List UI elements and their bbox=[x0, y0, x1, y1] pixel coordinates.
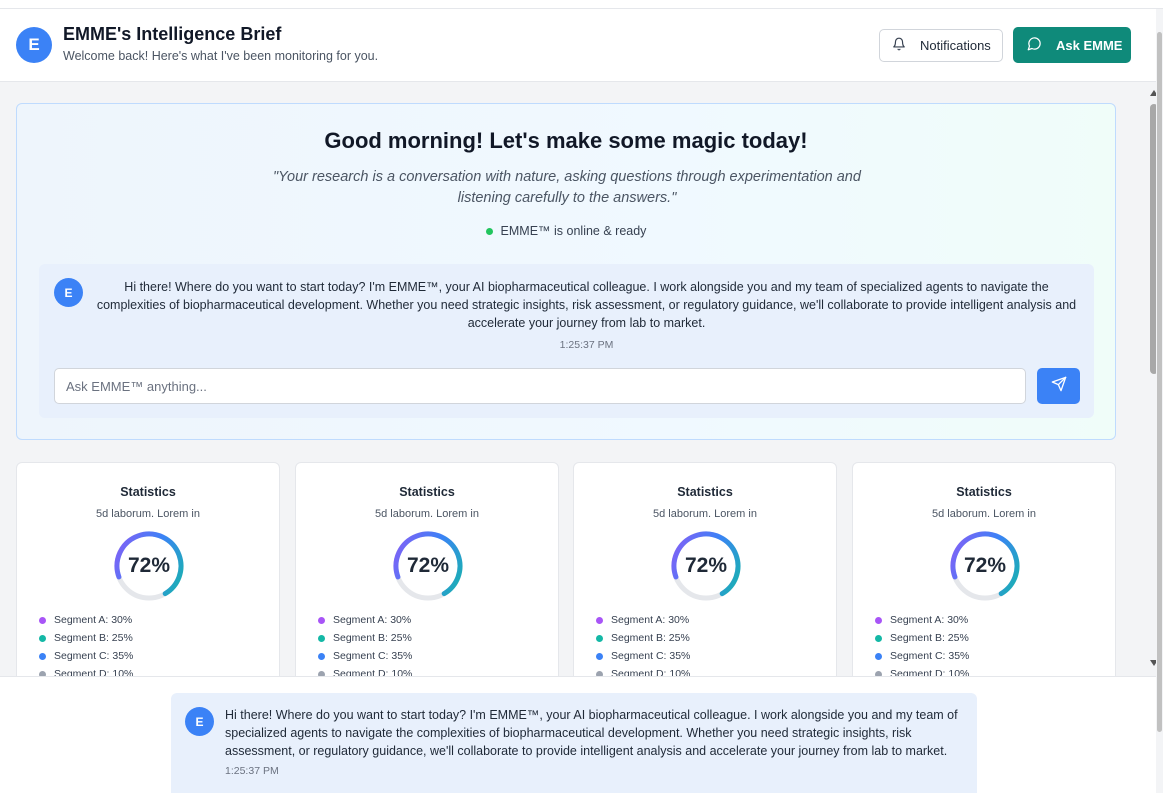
legend-label: Segment B: 25% bbox=[611, 632, 690, 644]
legend-item: Segment D: 10% bbox=[39, 665, 133, 676]
statistics-card: Statistics 5d laborum. Lorem in 72% Segment… bbox=[16, 462, 280, 676]
legend-item: Segment B: 25% bbox=[875, 629, 969, 647]
status-indicator: EMME™ is online & ready bbox=[17, 224, 1115, 238]
send-icon bbox=[1051, 376, 1067, 397]
legend-label: Segment D: 10% bbox=[611, 668, 691, 676]
legend-item: Segment A: 30% bbox=[875, 611, 969, 629]
legend-item: Segment B: 25% bbox=[596, 629, 690, 647]
legend-item: Segment A: 30% bbox=[596, 611, 690, 629]
legend-label: Segment C: 35% bbox=[611, 650, 691, 662]
legend-item: Segment A: 30% bbox=[39, 611, 133, 629]
legend-item: Segment D: 10% bbox=[875, 665, 969, 676]
legend-dot-icon bbox=[875, 616, 882, 624]
bottom-chat-area: E Hi there! Where do you want to start t… bbox=[0, 676, 1156, 793]
chat-input[interactable] bbox=[54, 368, 1026, 404]
legend: Segment A: 30% Segment B: 25% Segment C: 3… bbox=[875, 611, 969, 676]
page-scrollbar-thumb[interactable] bbox=[1157, 32, 1162, 732]
legend-item: Segment C: 35% bbox=[39, 647, 133, 665]
chat-message: Hi there! Where do you want to start tod… bbox=[96, 280, 1077, 330]
emme-bottom-avatar: E bbox=[185, 707, 214, 736]
bottom-chat-message: E Hi there! Where do you want to start t… bbox=[171, 693, 977, 793]
legend-label: Segment C: 35% bbox=[54, 650, 134, 662]
card-title: Statistics bbox=[399, 485, 455, 499]
legend-dot-icon bbox=[596, 634, 603, 642]
legend-label: Segment B: 25% bbox=[333, 632, 412, 644]
bottom-message-timestamp: 1:25:37 PM bbox=[225, 765, 279, 777]
chat-panel: E Hi there! Where do you want to start t… bbox=[39, 264, 1094, 418]
legend-dot-icon bbox=[39, 616, 46, 624]
legend-dot-icon bbox=[39, 652, 46, 660]
greeting-panel: Good morning! Let's make some magic toda… bbox=[16, 103, 1116, 440]
chat-timestamp: 1:25:37 PM bbox=[559, 339, 614, 351]
chat-bubble-icon bbox=[1027, 36, 1042, 54]
legend: Segment A: 30% Segment B: 25% Segment C: 3… bbox=[596, 611, 690, 676]
legend-label: Segment A: 30% bbox=[611, 614, 690, 626]
legend-label: Segment C: 35% bbox=[890, 650, 970, 662]
emme-avatar: E bbox=[16, 27, 52, 63]
donut-percent: 72% bbox=[406, 554, 450, 577]
legend-item: Segment D: 10% bbox=[596, 665, 690, 676]
card-subtitle: 5d laborum. Lorem in bbox=[375, 508, 479, 520]
top-edge bbox=[0, 0, 1163, 9]
status-text: EMME™ is online & ready bbox=[500, 224, 647, 238]
emme-chat-avatar: E bbox=[54, 278, 83, 307]
page-header: E EMME's Intelligence Brief Welcome back… bbox=[0, 9, 1156, 82]
legend-item: Segment C: 35% bbox=[596, 647, 690, 665]
legend-label: Segment B: 25% bbox=[890, 632, 969, 644]
legend-label: Segment A: 30% bbox=[333, 614, 412, 626]
donut-percent: 72% bbox=[684, 554, 728, 577]
card-title: Statistics bbox=[956, 485, 1012, 499]
legend: Segment A: 30% Segment B: 25% Segment C: 3… bbox=[39, 611, 133, 676]
legend-dot-icon bbox=[318, 652, 325, 660]
ask-emme-button[interactable]: Ask EMME bbox=[1013, 27, 1131, 63]
card-subtitle: 5d laborum. Lorem in bbox=[932, 508, 1036, 520]
greeting-title: Good morning! Let's make some magic toda… bbox=[324, 128, 808, 153]
notifications-label: Notifications bbox=[920, 38, 991, 53]
legend: Segment A: 30% Segment B: 25% Segment C: 3… bbox=[318, 611, 412, 676]
page-scrollbar[interactable] bbox=[1156, 20, 1163, 793]
main-content[interactable]: Good morning! Let's make some magic toda… bbox=[0, 82, 1156, 676]
legend-label: Segment A: 30% bbox=[890, 614, 969, 626]
legend-label: Segment D: 10% bbox=[54, 668, 134, 676]
card-title: Statistics bbox=[677, 485, 733, 499]
donut-percent: 72% bbox=[127, 554, 171, 577]
legend-dot-icon bbox=[318, 634, 325, 642]
donut-percent: 72% bbox=[963, 554, 1007, 577]
legend-dot-icon bbox=[39, 634, 46, 642]
bottom-message-text: Hi there! Where do you want to start tod… bbox=[225, 708, 958, 758]
legend-item: Segment C: 35% bbox=[318, 647, 412, 665]
inspiration-quote: "Your research is a conversation with na… bbox=[273, 169, 861, 206]
legend-label: Segment C: 35% bbox=[333, 650, 413, 662]
online-dot-icon bbox=[485, 227, 493, 235]
legend-dot-icon bbox=[875, 634, 882, 642]
legend-label: Segment D: 10% bbox=[890, 668, 970, 676]
legend-item: Segment B: 25% bbox=[39, 629, 133, 647]
legend-label: Segment D: 10% bbox=[333, 668, 413, 676]
card-subtitle: 5d laborum. Lorem in bbox=[653, 508, 757, 520]
legend-item: Segment B: 25% bbox=[318, 629, 412, 647]
statistics-card: Statistics 5d laborum. Lorem in 72% Segment… bbox=[852, 462, 1116, 676]
ask-emme-label: Ask EMME bbox=[1056, 37, 1123, 53]
legend-dot-icon bbox=[596, 652, 603, 660]
bell-icon bbox=[892, 37, 906, 54]
card-title: Statistics bbox=[120, 485, 176, 499]
legend-item: Segment D: 10% bbox=[318, 665, 412, 676]
legend-label: Segment B: 25% bbox=[54, 632, 133, 644]
notifications-button[interactable]: Notifications bbox=[879, 29, 1003, 62]
page-subtitle: Welcome back! Here's what I've been moni… bbox=[63, 49, 379, 63]
legend-label: Segment A: 30% bbox=[54, 614, 133, 626]
statistics-card: Statistics 5d laborum. Lorem in 72% Segment… bbox=[295, 462, 559, 676]
send-button[interactable] bbox=[1037, 368, 1080, 404]
legend-dot-icon bbox=[318, 616, 325, 624]
card-subtitle: 5d laborum. Lorem in bbox=[96, 508, 200, 520]
legend-dot-icon bbox=[875, 652, 882, 660]
legend-dot-icon bbox=[596, 616, 603, 624]
statistics-card: Statistics 5d laborum. Lorem in 72% Segment… bbox=[573, 462, 837, 676]
legend-item: Segment C: 35% bbox=[875, 647, 969, 665]
legend-item: Segment A: 30% bbox=[318, 611, 412, 629]
page-title: EMME's Intelligence Brief bbox=[63, 24, 282, 44]
